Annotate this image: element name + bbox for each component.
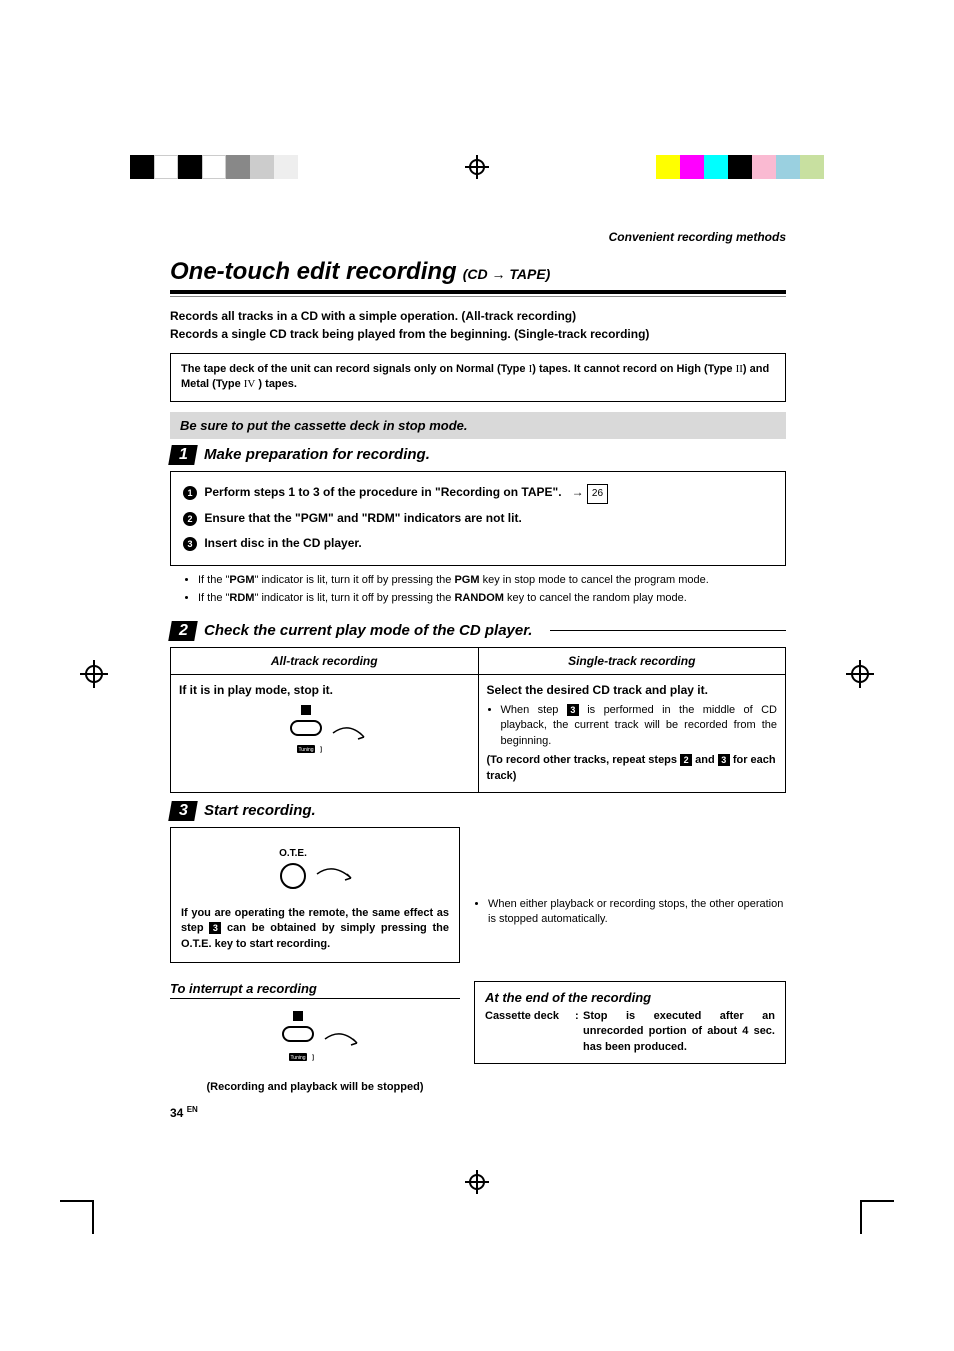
page-title-row: One-touch edit recording (CD → TAPE) [170,258,786,286]
svg-text:Tuning: Tuning [290,1055,305,1061]
col-header-single-track: Single-track recording [478,647,786,674]
step-number-1: 1 [168,445,198,465]
step-number-3: 3 [168,801,198,821]
stop-button-diagram-2: [ Tuning ] [255,1009,375,1075]
title-rule [170,290,786,294]
registration-bar-top [0,155,954,179]
registration-mark-left [80,660,108,688]
stop-button-diagram: [ Tuning ] [269,703,379,765]
end-recording-box: At the end of the recording Cassette dec… [474,981,786,1064]
col-header-all-track: All-track recording [171,647,479,674]
page-number: 34 EN [170,1105,786,1120]
note-box: The tape deck of the unit can record sig… [170,353,786,402]
step-3-head: 3 Start recording. [170,801,786,821]
intro-text: Records all tracks in a CD with a simple… [170,307,786,343]
svg-text:]: ] [312,1055,314,1061]
crop-mark [60,1200,94,1234]
svg-text:Tuning: Tuning [299,747,314,753]
svg-text:]: ] [320,747,322,753]
page-subtitle: (CD → TAPE) [463,266,551,282]
ote-button-diagram: O.T.E. [255,846,375,900]
svg-text:O.T.E.: O.T.E. [279,848,307,859]
step-3-box: O.T.E. If you are operating the remote, … [170,827,460,963]
step-3-note: When either playback or recording stops,… [474,827,786,928]
registration-mark-right [846,660,874,688]
cell-all-track: If it is in play mode, stop it. [ Tuning… [171,674,479,792]
step-number-2: 2 [168,621,198,641]
interrupt-section: To interrupt a recording [ Tuning ] (Rec… [170,981,460,1093]
step-2-head: 2 Check the current play mode of the CD … [170,621,786,641]
step-1-procedure: 1 Perform steps 1 to 3 of the procedure … [170,471,786,566]
cell-single-track: Select the desired CD track and play it.… [478,674,786,792]
caution-box: Be sure to put the cassette deck in stop… [170,412,786,439]
title-rule-thin [170,296,786,297]
registration-mark-bottom [0,1170,954,1194]
step-1-notes: If the "PGM" indicator is lit, turn it o… [170,566,786,615]
section-header: Convenient recording methods [170,230,786,244]
step-1-head: 1 Make preparation for recording. [170,445,786,465]
step-2-table: All-track recording Single-track recordi… [170,647,786,793]
page-title: One-touch edit recording [170,258,457,286]
crop-mark [860,1200,894,1234]
